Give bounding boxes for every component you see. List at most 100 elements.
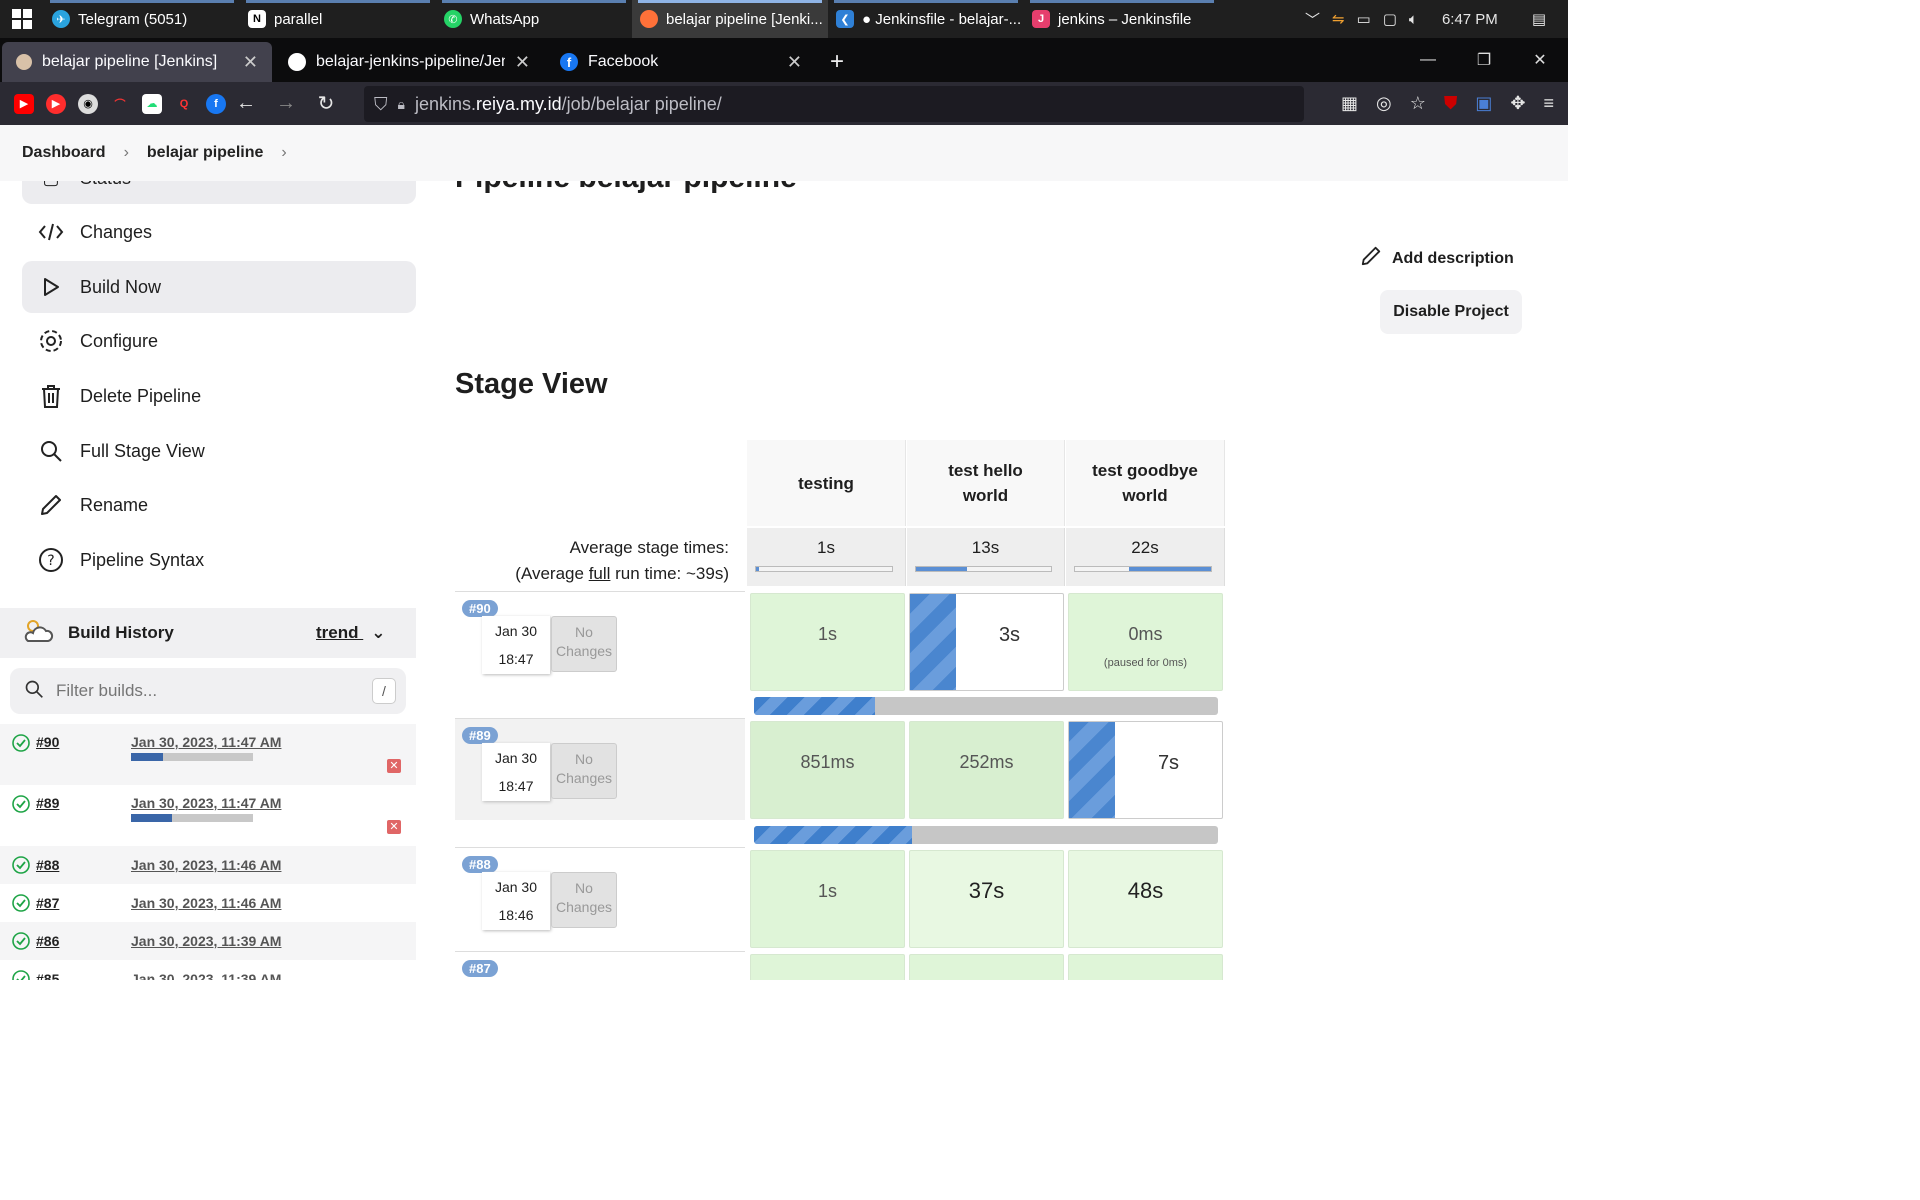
stage-cell[interactable] [750,954,905,980]
sidebar-item-configure[interactable]: Configure [22,315,416,367]
taskbar-app-firefox[interactable]: belajar pipeline [Jenki... [632,0,828,38]
ublock-icon[interactable]: ⛊ [1444,93,1458,114]
build-number-link[interactable]: #86 [36,933,59,949]
new-tab-button[interactable]: + [816,42,858,82]
monitor-icon[interactable]: ▢ [1383,10,1397,28]
youtube-music-icon[interactable]: ▶ [46,93,66,114]
run-badge[interactable]: #87 [462,960,498,977]
taskbar-app-notion[interactable]: N parallel [240,0,436,38]
sidebar-item-rename[interactable]: Rename [22,479,416,531]
sidebar-item-delete-pipeline[interactable]: Delete Pipeline [22,370,416,422]
sidebar-item-full-stage-view[interactable]: Full Stage View [22,425,416,477]
build-row[interactable]: #86 Jan 30, 2023, 11:39 AM [0,922,416,960]
close-icon[interactable]: ✕ [787,52,802,73]
avg-label-line1: Average stage times: [569,538,729,557]
build-date-link[interactable]: Jan 30, 2023, 11:46 AM [131,895,281,911]
run-badge[interactable]: #90 [462,600,498,617]
build-row[interactable]: #90 Jan 30, 2023, 11:47 AM ✕ [0,724,416,785]
build-row[interactable]: #88 Jan 30, 2023, 11:46 AM [0,846,416,884]
extension-icon[interactable]: ◎ [1376,93,1392,114]
disable-project-button[interactable]: Disable Project [1380,290,1522,334]
qr-code-icon[interactable]: ▦ [1341,93,1358,114]
trend-link[interactable]: trend ⌄ [316,623,385,643]
menu-icon[interactable]: ≡ [1543,93,1554,114]
run-changes: No Changes [551,616,617,672]
taskbar-app-telegram[interactable]: ✈ Telegram (5051) [44,0,240,38]
browser-tab-jenkins[interactable]: belajar pipeline [Jenkins] ✕ [2,42,272,82]
breadcrumb-dashboard[interactable]: Dashboard [22,144,106,162]
browser-tab-facebook[interactable]: f Facebook ✕ [546,42,816,82]
breadcrumb-job[interactable]: belajar pipeline [147,144,263,162]
network-arrows-icon[interactable]: ⇋ [1332,10,1345,28]
build-date-link[interactable]: Jan 30, 2023, 11:47 AM [131,795,281,811]
build-date-link[interactable]: Jan 30, 2023, 11:39 AM [131,971,281,980]
close-icon[interactable]: ✕ [515,52,530,73]
stage-cell[interactable]: 252ms [909,721,1064,819]
build-number-link[interactable]: #88 [36,857,59,873]
stage-cell[interactable]: 1s [750,593,905,691]
filter-builds-input[interactable] [56,681,356,701]
stop-build-icon[interactable]: ✕ [387,820,401,834]
build-number-link[interactable]: #85 [36,971,59,980]
taskbar-app-whatsapp[interactable]: ✆ WhatsApp [436,0,632,38]
build-number-link[interactable]: #89 [36,795,59,811]
run-badge[interactable]: #88 [462,856,498,873]
minimize-icon[interactable]: — [1400,51,1456,69]
stage-cell[interactable]: 0ms (paused for 0ms) [1068,593,1223,691]
clock[interactable]: 6:47 PM [1442,11,1498,28]
restore-icon[interactable]: ❐ [1456,50,1512,70]
stage-cell-running[interactable]: 7s [1068,721,1223,819]
sidebar-item-changes[interactable]: Changes [22,206,416,258]
chevron-right-icon[interactable]: › [124,144,129,162]
stage-cell[interactable]: 1s [750,850,905,948]
build-row[interactable]: #89 Jan 30, 2023, 11:47 AM ✕ [0,785,416,846]
run-badge[interactable]: #89 [462,727,498,744]
volume-icon[interactable]: 🔈︎ [1409,11,1418,28]
filter-builds[interactable]: / [10,668,406,714]
stage-average-fill [1129,567,1211,571]
github-icon[interactable]: ◉ [78,93,98,114]
build-row[interactable]: #87 Jan 30, 2023, 11:46 AM [0,884,416,922]
build-row[interactable]: #85 Jan 30, 2023, 11:39 AM [0,960,416,980]
chevron-right-icon[interactable]: › [281,144,286,162]
stage-cell-running[interactable]: 3s [909,593,1064,691]
taskbar-app-intellij[interactable]: J jenkins – Jenkinsfile [1024,0,1220,38]
build-number-link[interactable]: #90 [36,734,59,750]
star-icon[interactable]: ☆ [1410,93,1426,114]
windows-start-icon[interactable] [0,0,44,38]
youtube-icon[interactable]: ▶ [14,93,34,114]
build-number-link[interactable]: #87 [36,895,59,911]
stage-cell[interactable]: 48s [1068,850,1223,948]
close-icon[interactable]: ✕ [243,52,258,73]
stop-build-icon[interactable]: ✕ [387,759,401,773]
chevron-down-icon[interactable]: ﹀ [1305,9,1320,30]
forward-icon[interactable]: → [266,92,306,115]
bookmark-cloud-icon[interactable]: ☁ [142,93,162,114]
browser-tab-github[interactable]: belajar-jenkins-pipeline/Jenki ✕ [274,42,544,82]
shield-icon[interactable]: ⛉ [374,94,388,115]
window-close-icon[interactable]: ✕ [1512,50,1568,70]
battery-icon[interactable]: ▭ [1357,10,1371,28]
taskbar-app-vscode[interactable]: ❮ ● Jenkinsfile - belajar-... [828,0,1024,38]
bookmark-q-icon[interactable]: Q [174,94,194,114]
bookmark-jav-icon[interactable]: ⌒ [110,94,130,114]
lock-icon[interactable]: 🔒︎ [398,96,405,113]
extensions-puzzle-icon[interactable]: ✥ [1510,93,1525,114]
notifications-icon[interactable]: ▤ [1532,10,1546,28]
build-date-link[interactable]: Jan 30, 2023, 11:47 AM [131,734,281,750]
add-description-button[interactable]: Add description [1360,245,1514,272]
url-bar[interactable]: ⛉ 🔒︎ jenkins.reiya.my.id/job/belajar pip… [364,86,1304,122]
sidebar-item-build-now[interactable]: Build Now [22,261,416,313]
reload-icon[interactable]: ↻ [306,91,346,116]
stage-cell[interactable] [909,954,1064,980]
facebook-icon[interactable]: f [206,93,226,114]
full-run-link[interactable]: full [589,564,611,583]
stage-cell[interactable]: 37s [909,850,1064,948]
stage-cell[interactable] [1068,954,1223,980]
build-date-link[interactable]: Jan 30, 2023, 11:39 AM [131,933,281,949]
bitwarden-icon[interactable]: ▣ [1475,93,1492,114]
build-date-link[interactable]: Jan 30, 2023, 11:46 AM [131,857,281,873]
sidebar-item-pipeline-syntax[interactable]: ? Pipeline Syntax [22,534,416,586]
back-icon[interactable]: ← [226,92,266,115]
stage-cell[interactable]: 851ms [750,721,905,819]
